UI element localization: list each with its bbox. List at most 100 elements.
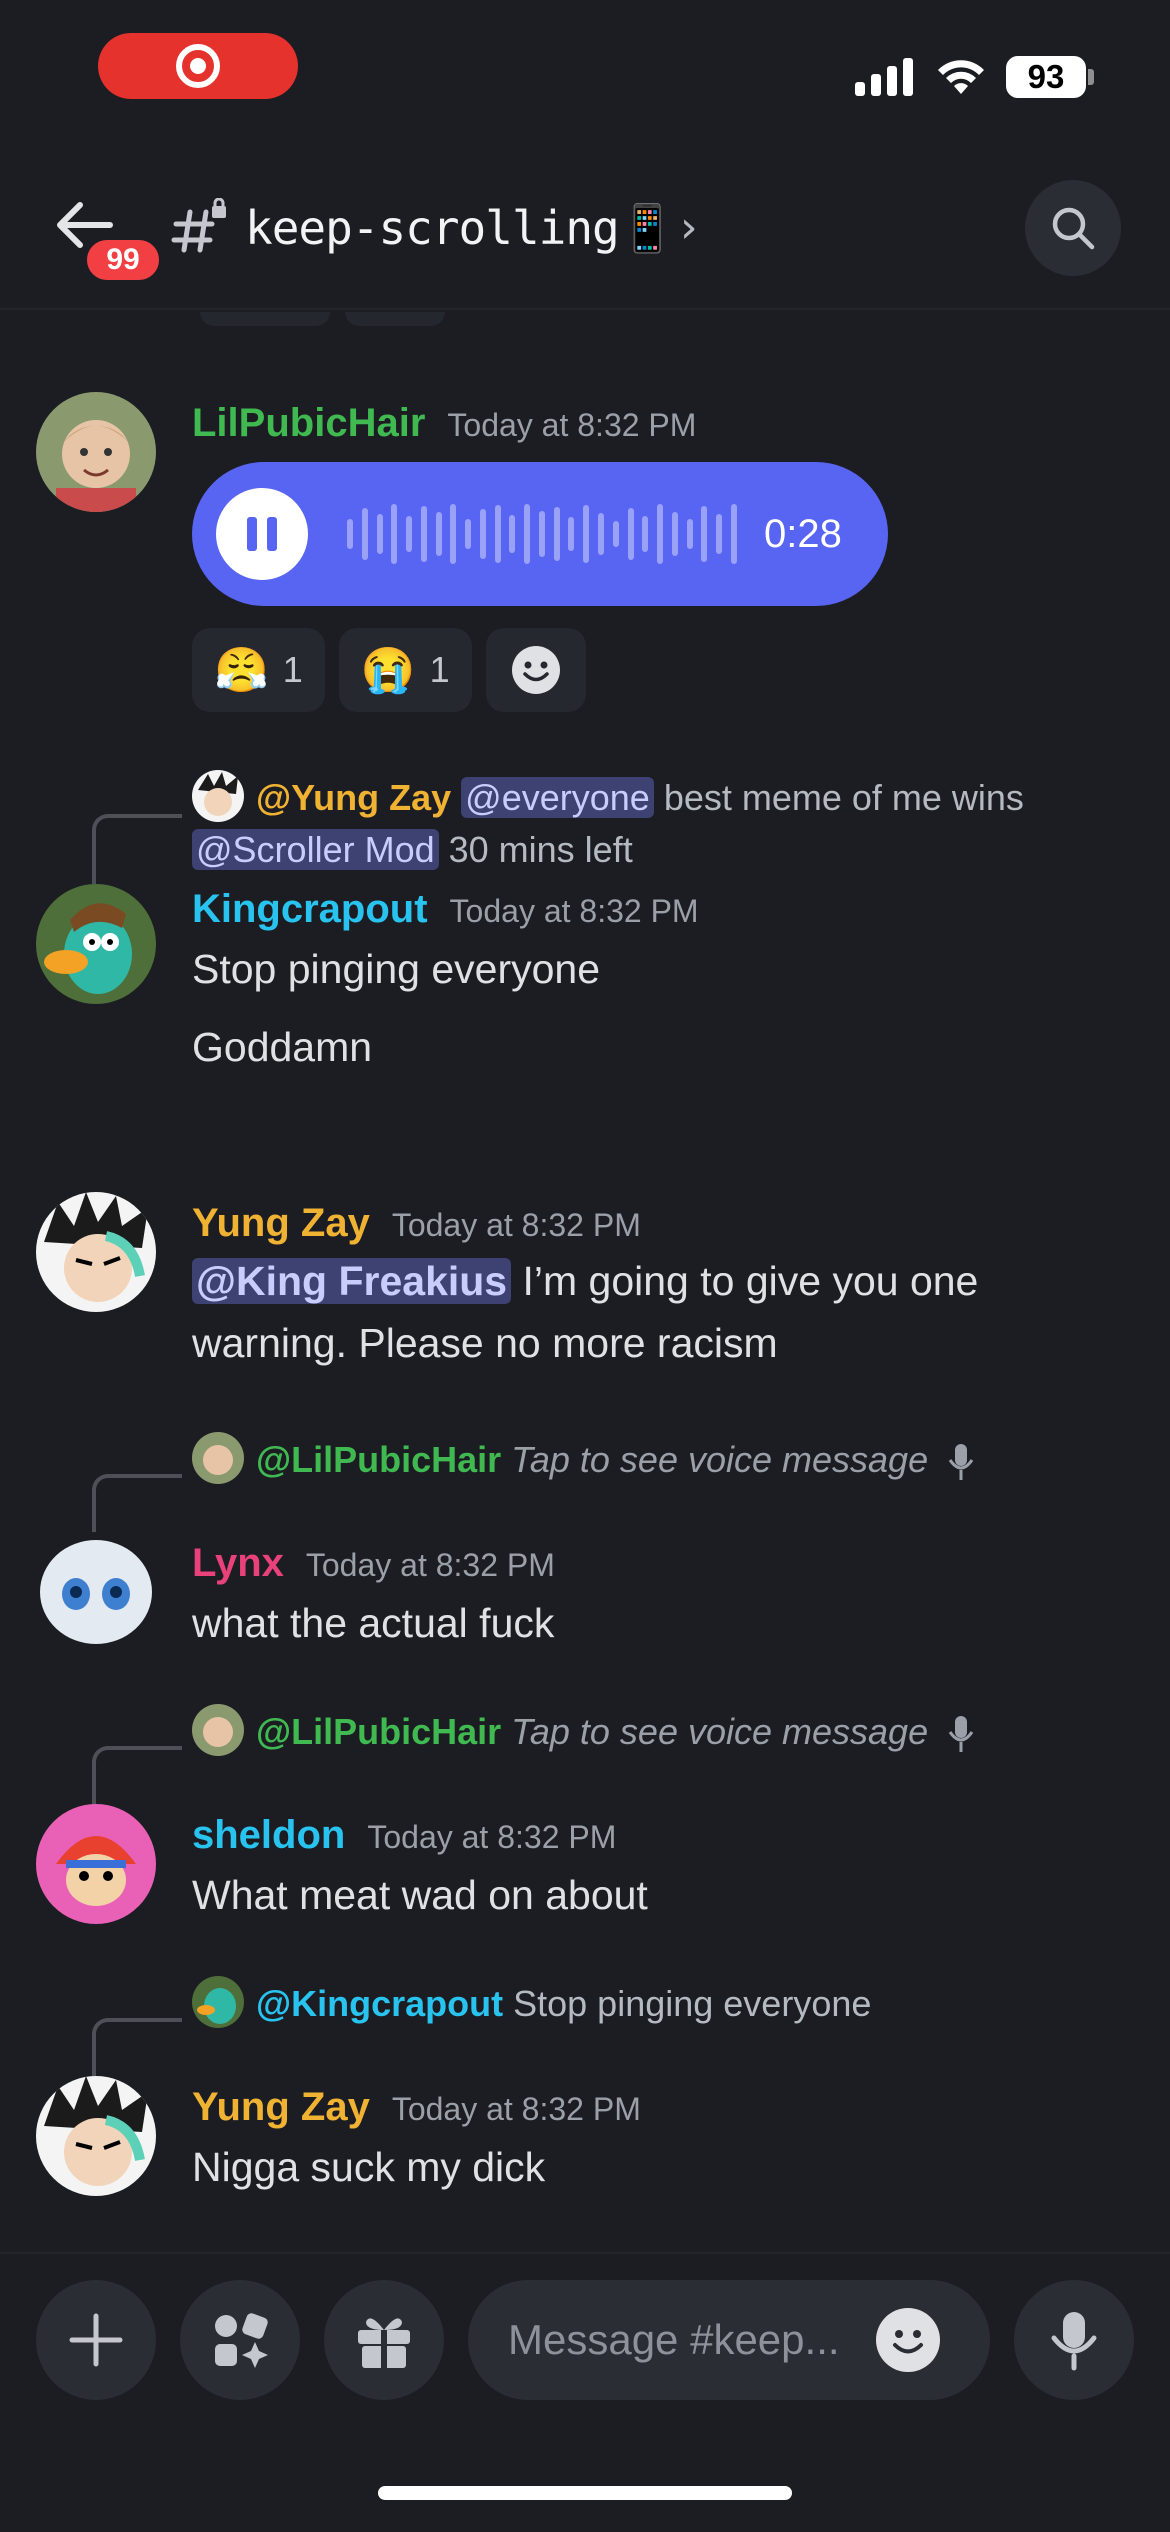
mention[interactable]: @King Freakius	[192, 1258, 512, 1304]
status-bar: 93	[0, 0, 1170, 150]
reply-author[interactable]: @LilPubicHair	[256, 1711, 501, 1752]
voice-record-button[interactable]	[1014, 2280, 1134, 2400]
reaction-count: 1	[282, 649, 303, 690]
emoji-picker-button[interactable]	[876, 2308, 940, 2372]
mention[interactable]: @everyone	[461, 777, 654, 818]
avatar[interactable]	[36, 1804, 156, 1924]
apps-button[interactable]	[180, 2280, 300, 2400]
reply-text: Stop pinging everyone	[513, 1983, 872, 2024]
message-list[interactable]: LilPubicHair Today at 8:32 PM 0:28 😤 1 😭 …	[0, 312, 1170, 2252]
message-text: Nigga suck my dick	[192, 2144, 546, 2190]
search-button[interactable]	[1025, 180, 1121, 276]
author-name[interactable]: Yung Zay	[192, 1201, 370, 1245]
message-author[interactable]: Kingcrapout Today at 8:32 PM	[192, 884, 699, 936]
add-attachment-button[interactable]	[36, 2280, 156, 2400]
message-input[interactable]	[508, 2310, 868, 2370]
home-indicator[interactable]	[378, 2486, 792, 2500]
message-timestamp: Today at 8:32 PM	[391, 1207, 641, 1243]
message-author[interactable]: Yung Zay Today at 8:32 PM	[192, 1198, 641, 1250]
reply-text: 30 mins left	[448, 829, 633, 870]
gift-icon	[358, 2318, 410, 2368]
microphone-icon	[948, 1444, 974, 1481]
author-name[interactable]: Lynx	[192, 1541, 284, 1585]
gift-button[interactable]	[324, 2280, 444, 2400]
author-name[interactable]: Yung Zay	[192, 2085, 370, 2129]
smiley-icon	[893, 2330, 923, 2354]
reply-preview[interactable]: @LilPubicHair Tap to see voice message	[192, 1432, 974, 1488]
previous-reaction-chip[interactable]	[345, 312, 445, 326]
waveform[interactable]	[347, 500, 737, 568]
reply-author[interactable]: @Yung Zay	[256, 777, 451, 818]
voice-duration: 0:28	[764, 512, 842, 556]
battery-tip	[1088, 69, 1094, 85]
reply-avatar	[192, 1704, 244, 1757]
message-item[interactable]: Yung Zay Today at 8:32 PM @King Freakius …	[0, 1192, 1170, 1392]
reply-preview-line-2: @Scroller Mod 30 mins left	[192, 824, 633, 876]
reply-avatar	[192, 1976, 244, 2029]
channel-title[interactable]: keep-scrolling📱	[245, 198, 676, 258]
message-timestamp: Today at 8:32 PM	[391, 2091, 641, 2127]
message-item[interactable]: @Kingcrapout Stop pinging everyone Yung …	[0, 1976, 1170, 2196]
apps-sparkle-icon	[215, 2313, 268, 2368]
reply-text: Tap to see voice message	[511, 1439, 929, 1480]
message-timestamp: Today at 8:32 PM	[447, 407, 697, 443]
add-reaction-button[interactable]	[485, 628, 586, 712]
reply-connector	[92, 814, 182, 884]
avatar[interactable]	[36, 392, 156, 512]
plus-icon	[69, 2313, 123, 2367]
message-text: What meat wad on about	[192, 1872, 648, 1918]
avatar[interactable]	[36, 1192, 156, 1312]
avatar[interactable]	[36, 2076, 156, 2196]
reply-preview[interactable]: @LilPubicHair Tap to see voice message	[192, 1704, 974, 1760]
microphone-icon	[948, 1716, 974, 1753]
author-name[interactable]: sheldon	[192, 1813, 345, 1857]
reply-author[interactable]: @Kingcrapout	[256, 1983, 503, 2024]
channel-header: 99 keep-scrolling📱 ›	[0, 170, 1170, 310]
message-input-container[interactable]	[468, 2280, 990, 2400]
reaction-chip[interactable]: 😭 1	[338, 628, 472, 712]
wifi-icon	[938, 60, 984, 94]
author-name[interactable]: LilPubicHair	[192, 401, 425, 445]
previous-reaction-chip[interactable]	[200, 312, 330, 326]
message-item[interactable]: @LilPubicHair Tap to see voice message s…	[0, 1704, 1170, 1924]
message-item[interactable]: LilPubicHair Today at 8:32 PM 0:28 😤 1 😭 …	[0, 392, 1170, 772]
message-text: Goddamn	[192, 1024, 373, 1070]
author-name[interactable]: Kingcrapout	[192, 887, 428, 931]
screen-recording-indicator[interactable]	[98, 33, 298, 99]
message-author[interactable]: Lynx Today at 8:32 PM	[192, 1538, 555, 1590]
locked-channel-hash-icon	[171, 198, 226, 253]
voice-message-player[interactable]: 0:28	[192, 462, 888, 606]
message-author[interactable]: sheldon Today at 8:32 PM	[192, 1810, 616, 1862]
message-timestamp: Today at 8:32 PM	[305, 1547, 555, 1583]
pause-button[interactable]	[216, 488, 308, 580]
chevron-right-icon[interactable]: ›	[680, 200, 698, 256]
reaction-emoji: 😤	[214, 646, 269, 695]
message-text: @King Freakius I’m going to give you one…	[192, 1250, 1092, 1374]
message-author[interactable]: LilPubicHair Today at 8:32 PM	[192, 398, 696, 450]
reply-preview[interactable]: @Yung Zay @everyone best meme of me wins	[192, 770, 1024, 826]
reply-preview[interactable]: @Kingcrapout Stop pinging everyone	[192, 1976, 872, 2032]
reaction-chip[interactable]: 😤 1	[192, 628, 325, 712]
reply-text: best meme of me wins	[663, 777, 1024, 818]
reply-avatar	[192, 1432, 244, 1485]
message-timestamp: Today at 8:32 PM	[449, 893, 699, 929]
reply-avatar	[192, 770, 244, 823]
reply-text: Tap to see voice message	[511, 1711, 929, 1752]
message-item[interactable]: @Yung Zay @everyone best meme of me wins…	[0, 770, 1170, 1072]
reply-author[interactable]: @LilPubicHair	[256, 1439, 501, 1480]
smiley-icon	[511, 646, 560, 694]
message-text: what the actual fuck	[192, 1600, 555, 1646]
battery-indicator: 93	[1006, 56, 1086, 98]
avatar[interactable]	[36, 884, 156, 1004]
message-text: Stop pinging everyone	[192, 946, 601, 992]
record-icon	[176, 44, 220, 88]
avatar[interactable]	[36, 1532, 156, 1652]
message-item[interactable]: @LilPubicHair Tap to see voice message L…	[0, 1432, 1170, 1652]
reaction-count: 1	[429, 649, 450, 690]
message-author[interactable]: Yung Zay Today at 8:32 PM	[192, 2082, 641, 2134]
unread-badge: 99	[82, 235, 164, 285]
reaction-emoji: 😭	[360, 646, 416, 695]
microphone-icon	[1051, 2312, 1097, 2371]
mention[interactable]: @Scroller Mod	[192, 829, 439, 870]
reaction-bar: 😤 1 😭 1	[192, 628, 586, 712]
